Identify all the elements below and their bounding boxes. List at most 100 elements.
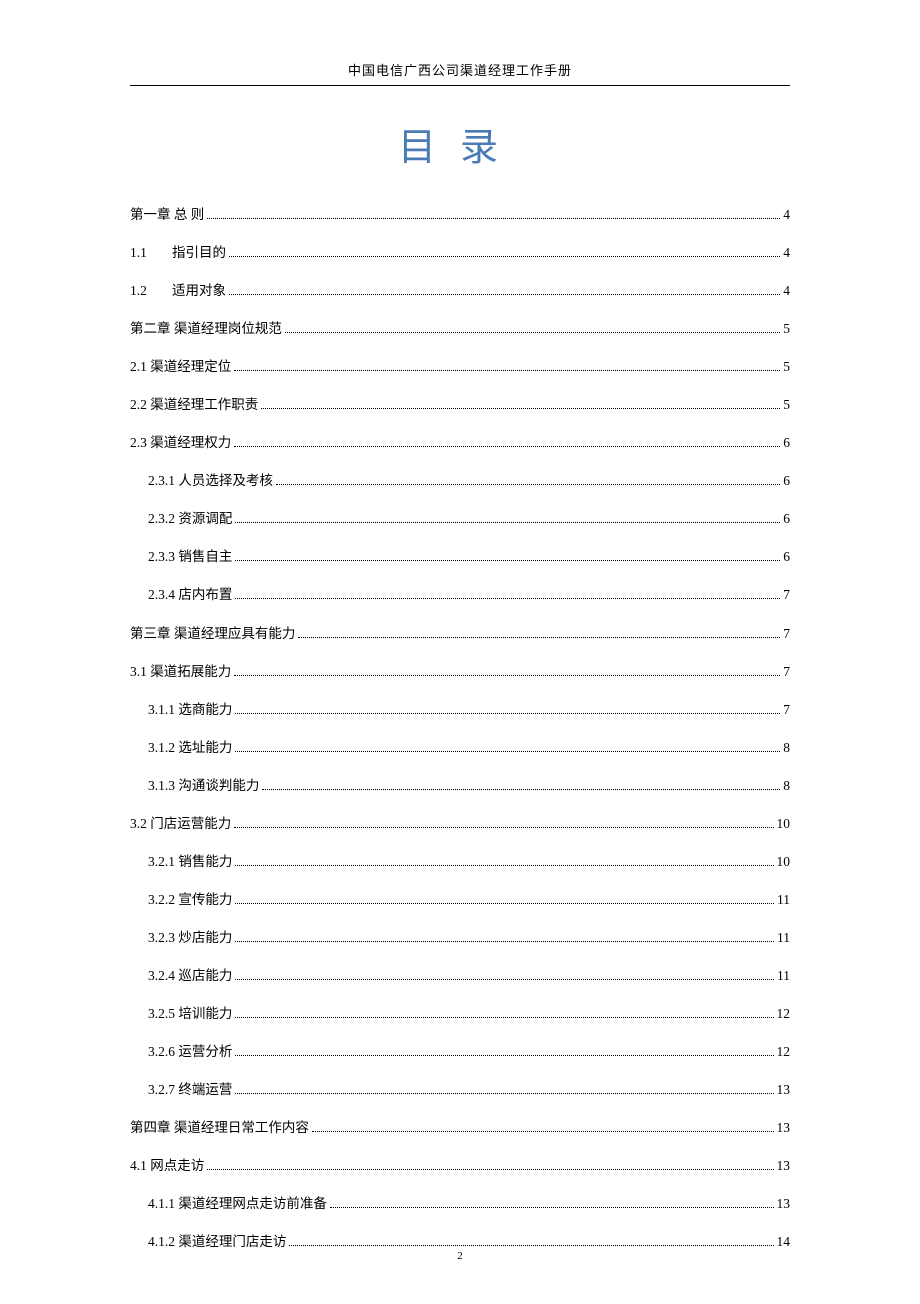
toc-leader-dots (235, 1017, 773, 1018)
toc-leader-dots (276, 484, 780, 485)
toc-label: 2.2 渠道经理工作职责 (130, 389, 258, 420)
toc-page-number: 11 (777, 884, 790, 915)
toc-entry[interactable]: 4.1 网点走访 13 (130, 1150, 790, 1181)
toc-page-number: 7 (783, 694, 790, 725)
toc-entry[interactable]: 3.2.5 培训能力 12 (130, 998, 790, 1029)
toc-label: 3.2.5 培训能力 (148, 998, 232, 1029)
toc-entry[interactable]: 第四章 渠道经理日常工作内容 13 (130, 1112, 790, 1143)
toc-entry[interactable]: 2.3 渠道经理权力6 (130, 427, 790, 458)
toc-label: 2.1 渠道经理定位 (130, 351, 231, 382)
toc-entry[interactable]: 第一章 总 则 4 (130, 199, 790, 230)
toc-label: 3.2.3 炒店能力 (148, 922, 232, 953)
toc-leader-dots (234, 446, 780, 447)
toc-leader-dots (234, 675, 780, 676)
toc-page-number: 11 (777, 922, 790, 953)
toc-entry[interactable]: 3.1.3 沟通谈判能力8 (130, 770, 790, 801)
toc-leader-dots (262, 789, 780, 790)
toc-page-number: 8 (783, 770, 790, 801)
header-divider (130, 85, 790, 86)
toc-label: 3.1.1 选商能力 (148, 694, 232, 725)
toc-label: 1.2适用对象 (130, 275, 226, 306)
toc-entry[interactable]: 3.2.3 炒店能力 11 (130, 922, 790, 953)
toc-entry[interactable]: 3.2.4 巡店能力 11 (130, 960, 790, 991)
toc-leader-dots (229, 256, 780, 257)
toc-page-number: 4 (783, 237, 790, 268)
toc-entry[interactable]: 2.3.4 店内布置7 (130, 579, 790, 610)
toc-entry[interactable]: 2.2 渠道经理工作职责 5 (130, 389, 790, 420)
toc-leader-dots (235, 751, 780, 752)
toc-leader-dots (235, 522, 780, 523)
toc-page-number: 8 (783, 732, 790, 763)
toc-page-number: 12 (777, 998, 791, 1029)
toc-label: 4.1 网点走访 (130, 1150, 204, 1181)
toc-leader-dots (330, 1207, 774, 1208)
toc-leader-dots (235, 1055, 773, 1056)
toc-leader-dots (235, 1093, 773, 1094)
toc-page-number: 7 (783, 618, 790, 649)
page-title: 目录 (130, 116, 790, 171)
toc-label: 2.3.1 人员选择及考核 (148, 465, 273, 496)
toc-label: 3.2.7 终端运营 (148, 1074, 232, 1105)
toc-label: 2.3.3 销售自主 (148, 541, 232, 572)
toc-label: 3.1.2 选址能力 (148, 732, 232, 763)
toc-label: 3.1 渠道拓展能力 (130, 656, 231, 687)
toc-label: 3.2.6 运营分析 (148, 1036, 232, 1067)
toc-page-number: 13 (777, 1074, 791, 1105)
toc-leader-dots (261, 408, 780, 409)
toc-entry[interactable]: 3.1.1 选商能力 7 (130, 694, 790, 725)
toc-entry[interactable]: 3.2.2 宣传能力 11 (130, 884, 790, 915)
toc-page-number: 12 (777, 1036, 791, 1067)
toc-page-number: 5 (783, 389, 790, 420)
toc-entry[interactable]: 2.3.1 人员选择及考核 6 (130, 465, 790, 496)
toc-label: 第一章 总 则 (130, 199, 204, 230)
toc-leader-dots (235, 865, 773, 866)
toc-leader-dots (207, 218, 780, 219)
page-number: 2 (0, 1250, 920, 1262)
toc-page-number: 13 (777, 1150, 791, 1181)
toc-entry[interactable]: 1.2适用对象 4 (130, 275, 790, 306)
toc-page-number: 11 (777, 960, 790, 991)
toc-leader-dots (235, 560, 780, 561)
toc-leader-dots (298, 637, 780, 638)
toc-leader-dots (235, 979, 774, 980)
toc-label: 3.2.2 宣传能力 (148, 884, 232, 915)
toc-page-number: 13 (777, 1188, 791, 1219)
toc-label: 第三章 渠道经理应具有能力 (130, 618, 295, 649)
toc-entry[interactable]: 3.2.7 终端运营 13 (130, 1074, 790, 1105)
toc-page-number: 13 (777, 1112, 791, 1143)
document-header: 中国电信广西公司渠道经理工作手册 (130, 60, 790, 79)
toc-leader-dots (234, 827, 773, 828)
toc-entry[interactable]: 2.3.2 资源调配6 (130, 503, 790, 534)
toc-entry[interactable]: 3.2 门店运营能力10 (130, 808, 790, 839)
toc-entry[interactable]: 第二章 渠道经理岗位规范5 (130, 313, 790, 344)
toc-entry[interactable]: 3.2.6 运营分析 12 (130, 1036, 790, 1067)
toc-leader-dots (235, 941, 774, 942)
table-of-contents: 第一章 总 则41.1指引目的41.2适用对象4第二章 渠道经理岗位规范52.1… (130, 199, 790, 1257)
toc-entry[interactable]: 第三章 渠道经理应具有能力 7 (130, 618, 790, 649)
toc-leader-dots (235, 903, 774, 904)
toc-label: 3.2.1 销售能力 (148, 846, 232, 877)
toc-label: 第二章 渠道经理岗位规范 (130, 313, 282, 344)
toc-entry[interactable]: 2.1 渠道经理定位5 (130, 351, 790, 382)
toc-entry[interactable]: 3.1 渠道拓展能力 7 (130, 656, 790, 687)
toc-page-number: 7 (783, 579, 790, 610)
toc-page-number: 6 (783, 465, 790, 496)
toc-label: 3.2.4 巡店能力 (148, 960, 232, 991)
toc-label: 4.1.1 渠道经理网点走访前准备 (148, 1188, 327, 1219)
toc-entry[interactable]: 2.3.3 销售自主 6 (130, 541, 790, 572)
toc-leader-dots (285, 332, 780, 333)
toc-page-number: 7 (783, 656, 790, 687)
toc-label: 第四章 渠道经理日常工作内容 (130, 1112, 309, 1143)
toc-entry[interactable]: 4.1.1 渠道经理网点走访前准备 13 (130, 1188, 790, 1219)
toc-label: 2.3.2 资源调配 (148, 503, 232, 534)
toc-page-number: 6 (783, 541, 790, 572)
toc-entry[interactable]: 1.1指引目的 4 (130, 237, 790, 268)
toc-entry[interactable]: 3.2.1 销售能力10 (130, 846, 790, 877)
toc-label: 3.2 门店运营能力 (130, 808, 231, 839)
toc-entry[interactable]: 3.1.2 选址能力 8 (130, 732, 790, 763)
toc-label: 1.1指引目的 (130, 237, 226, 268)
toc-page-number: 4 (783, 275, 790, 306)
toc-leader-dots (207, 1169, 773, 1170)
toc-leader-dots (289, 1245, 773, 1246)
toc-page-number: 4 (783, 199, 790, 230)
